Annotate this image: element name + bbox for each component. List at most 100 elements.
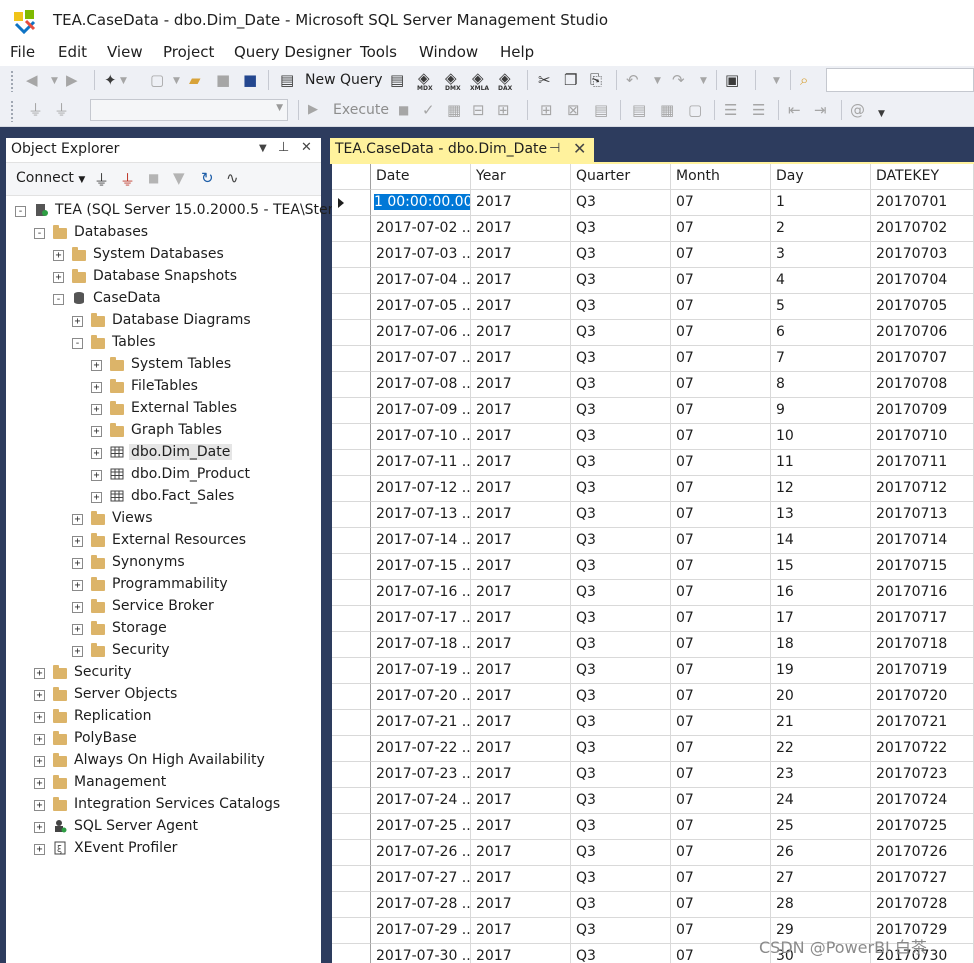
table-cell[interactable]: Q3	[571, 814, 671, 840]
table-cell[interactable]: Q3	[571, 632, 671, 658]
find-input[interactable]	[826, 68, 974, 92]
table-cell[interactable]: 20170713	[871, 502, 974, 528]
table-cell[interactable]: 2017	[471, 840, 571, 866]
table-cell[interactable]: 18	[771, 632, 871, 658]
table-cell[interactable]: 2017	[471, 684, 571, 710]
column-header[interactable]: Date	[371, 164, 471, 190]
table-cell[interactable]: 7	[771, 346, 871, 372]
column-header[interactable]: Quarter	[571, 164, 671, 190]
close-icon[interactable]: ✕	[573, 139, 586, 158]
execute-icon[interactable]: ▶	[308, 100, 318, 120]
table-cell[interactable]: 2017	[471, 788, 571, 814]
new-query-icon[interactable]: ▤	[280, 70, 294, 90]
row-selector[interactable]	[332, 216, 371, 242]
table-cell[interactable]: Q3	[571, 892, 671, 918]
expand-icon[interactable]: +	[91, 426, 102, 437]
table-cell[interactable]: Q3	[571, 294, 671, 320]
filter-icon[interactable]: ▼	[173, 169, 185, 187]
table-cell[interactable]: 07	[671, 216, 771, 242]
table-cell[interactable]: 2017-07-15 ...	[371, 554, 471, 580]
menu-tools[interactable]: Tools	[360, 43, 397, 61]
table-cell[interactable]: 20170723	[871, 762, 974, 788]
table-cell[interactable]: 07	[671, 840, 771, 866]
table-cell[interactable]: Q3	[571, 190, 671, 216]
table-cell[interactable]: 17	[771, 606, 871, 632]
table-cell[interactable]: 07	[671, 788, 771, 814]
table-cell[interactable]: 20170704	[871, 268, 974, 294]
table-cell[interactable]: Q3	[571, 528, 671, 554]
table-cell[interactable]: 27	[771, 866, 871, 892]
column-header[interactable]: Month	[671, 164, 771, 190]
table-cell[interactable]: 2017	[471, 866, 571, 892]
table-cell[interactable]: 2017-07-16 ...	[371, 580, 471, 606]
new-project-dropdown-icon[interactable]: ▼	[120, 71, 127, 91]
table-cell[interactable]: 20170717	[871, 606, 974, 632]
table-cell[interactable]: 2017	[471, 502, 571, 528]
table-cell[interactable]: 8	[771, 372, 871, 398]
table-cell[interactable]: Q3	[571, 866, 671, 892]
results-to-file-icon[interactable]: ▢	[688, 100, 702, 120]
undo-icon[interactable]: ↶	[626, 70, 639, 90]
database-selector[interactable]: ▼	[90, 99, 288, 121]
table-cell[interactable]: 2017-07-02 ...	[371, 216, 471, 242]
disconnect-plug-icon[interactable]: ⏚	[120, 169, 135, 190]
table-cell[interactable]: 07	[671, 554, 771, 580]
add-item-dropdown-icon[interactable]: ▼	[173, 71, 180, 91]
row-selector[interactable]	[332, 554, 371, 580]
expand-icon[interactable]: +	[91, 404, 102, 415]
table-cell[interactable]: 14	[771, 528, 871, 554]
table-cell[interactable]: 20170710	[871, 424, 974, 450]
close-panel-icon[interactable]: ✕	[301, 140, 312, 155]
table-cell[interactable]: 2017	[471, 320, 571, 346]
row-selector[interactable]	[332, 866, 371, 892]
collapse-icon[interactable]: -	[53, 294, 64, 305]
disconnect-icon[interactable]: ⏚	[54, 100, 69, 120]
table-cell[interactable]: 20170709	[871, 398, 974, 424]
table-cell[interactable]: 2017	[471, 294, 571, 320]
row-selector[interactable]	[332, 762, 371, 788]
table-cell[interactable]: 2017	[471, 892, 571, 918]
uncomment-icon[interactable]: ☰	[752, 100, 765, 120]
document-tab[interactable]: TEA.CaseData - dbo.Dim_Date ⊣ ✕	[330, 138, 594, 162]
row-selector[interactable]	[332, 658, 371, 684]
grid-corner[interactable]	[332, 164, 371, 190]
expand-icon[interactable]: +	[34, 822, 45, 833]
row-selector[interactable]	[332, 736, 371, 762]
expand-icon[interactable]: +	[72, 316, 83, 327]
auto-hide-pin-icon[interactable]: ⊥	[278, 140, 289, 155]
table-cell[interactable]: 2017	[471, 450, 571, 476]
expand-icon[interactable]: +	[34, 712, 45, 723]
row-selector[interactable]	[332, 294, 371, 320]
row-selector[interactable]	[332, 684, 371, 710]
table-cell[interactable]: 2017	[471, 762, 571, 788]
table-cell[interactable]: Q3	[571, 424, 671, 450]
table-cell[interactable]: Q3	[571, 502, 671, 528]
table-cell[interactable]: 21	[771, 710, 871, 736]
table-cell[interactable]: 2017-07-18 ...	[371, 632, 471, 658]
table-cell[interactable]: 07	[671, 580, 771, 606]
display-plan-icon[interactable]: ⊟	[472, 100, 485, 120]
table-cell[interactable]: 20170707	[871, 346, 974, 372]
connect-plug-icon[interactable]: ⏚	[94, 169, 109, 190]
show-diagram-icon[interactable]: ⊞	[540, 100, 553, 120]
table-cell[interactable]: 28	[771, 892, 871, 918]
table-cell[interactable]: 20170725	[871, 814, 974, 840]
expand-icon[interactable]: +	[34, 668, 45, 679]
table-cell[interactable]: 12	[771, 476, 871, 502]
results-to-text-icon[interactable]: ▤	[632, 100, 646, 120]
table-cell[interactable]: 2017-07-04 ...	[371, 268, 471, 294]
table-cell[interactable]: 20170708	[871, 372, 974, 398]
table-cell[interactable]: 11	[771, 450, 871, 476]
table-cell[interactable]: 2017-07-14 ...	[371, 528, 471, 554]
table-cell[interactable]: 2017-07-21 ...	[371, 710, 471, 736]
table-cell[interactable]: 2017-07-12 ...	[371, 476, 471, 502]
query-options-icon[interactable]: ▦	[447, 100, 461, 120]
table-cell[interactable]: 16	[771, 580, 871, 606]
table-cell[interactable]: 20170721	[871, 710, 974, 736]
table-cell[interactable]: 2017-07-26 ...	[371, 840, 471, 866]
table-cell[interactable]: Q3	[571, 320, 671, 346]
expand-icon[interactable]: +	[91, 382, 102, 393]
redo-icon[interactable]: ↷	[672, 70, 685, 90]
table-cell[interactable]: 24	[771, 788, 871, 814]
expand-icon[interactable]: +	[91, 470, 102, 481]
